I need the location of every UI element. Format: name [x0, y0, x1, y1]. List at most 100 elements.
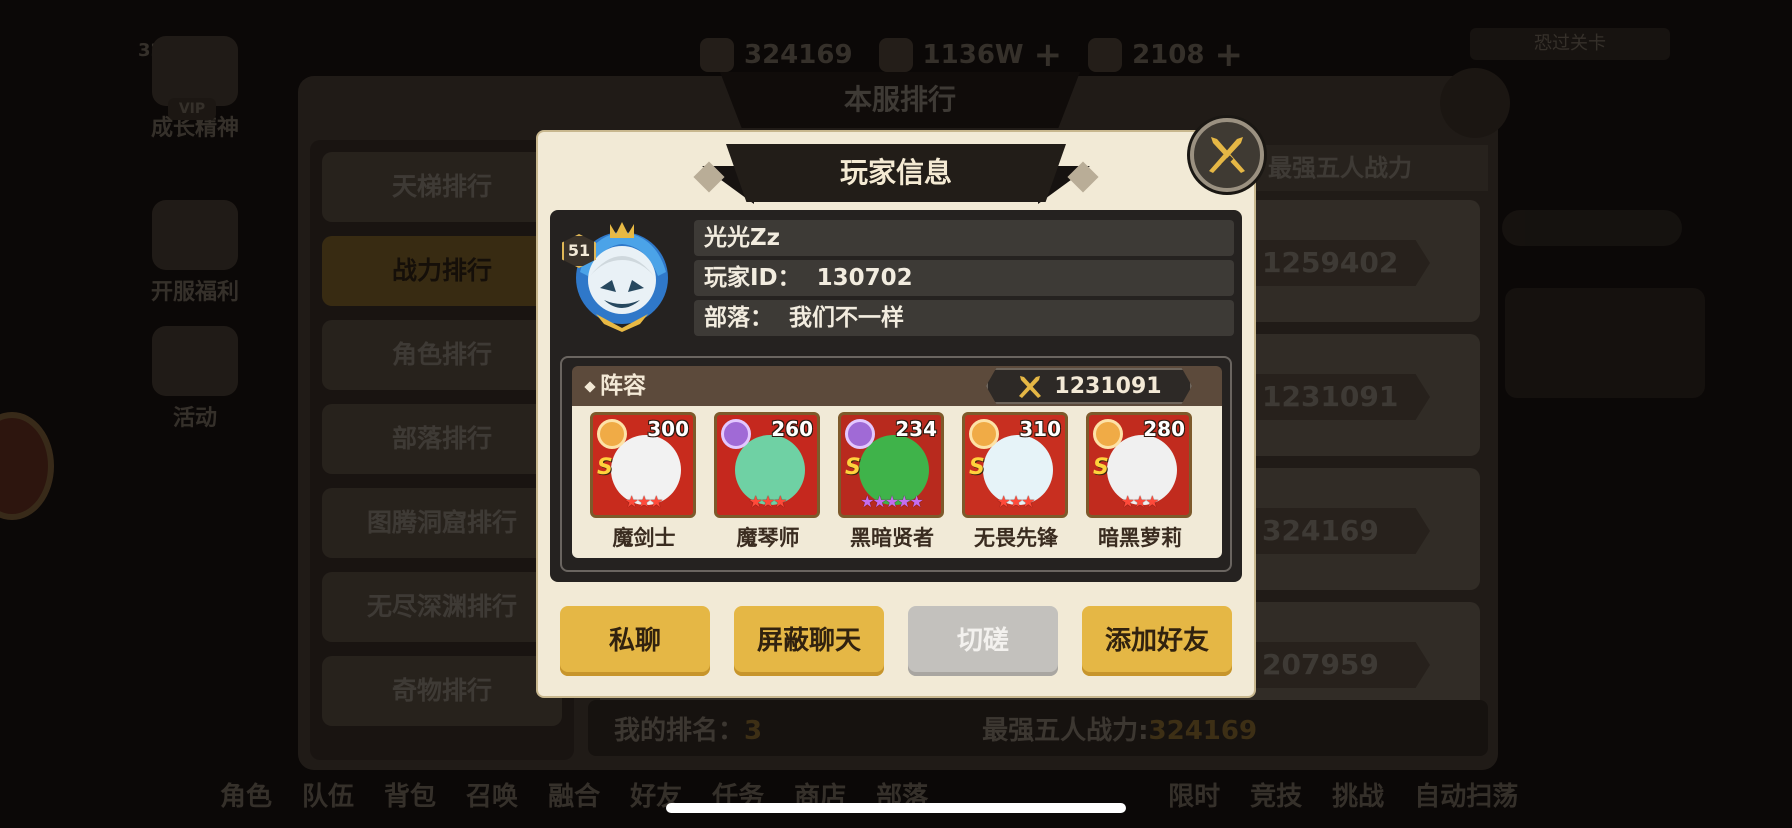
nav-challenge[interactable]: 挑战: [1332, 776, 1384, 816]
gift-icon: [152, 200, 238, 270]
hero-portrait: 234 S ★★★★★: [838, 412, 944, 518]
tab-artifact[interactable]: 奇物排行: [322, 656, 562, 726]
spar-button[interactable]: 切磋: [908, 606, 1058, 676]
bg-icon-growth[interactable]: 成长精神: [145, 36, 245, 142]
bg-icon-welfare[interactable]: 开服福利: [145, 200, 245, 306]
lineup-title: 阵容: [584, 366, 646, 406]
moon-element-icon: [845, 419, 875, 449]
hero-level: 260: [771, 417, 813, 441]
nav-auto-sweep[interactable]: 自动扫荡: [1414, 776, 1518, 816]
rank-value: 1231091: [1250, 374, 1430, 420]
tab-abyss[interactable]: 无尽深渊排行: [322, 572, 562, 642]
stone-icon: [1088, 38, 1123, 72]
add-coin-icon[interactable]: +: [1034, 35, 1063, 75]
lineup-power: 1231091: [986, 368, 1192, 404]
ranking-close-button[interactable]: [1440, 68, 1510, 138]
modal-title-ribbon: 玩家信息: [693, 144, 1099, 204]
hero-grade: S: [597, 455, 613, 480]
ranking-header: 最强五人战力: [1248, 145, 1488, 191]
hero-stars: ★★★★★: [860, 492, 924, 511]
sun-element-icon: [597, 419, 627, 449]
growth-icon: [152, 36, 238, 106]
crossed-swords-icon: [1019, 376, 1042, 398]
hero-level: 310: [1019, 417, 1061, 441]
hero-level: 300: [647, 417, 689, 441]
private-chat-button[interactable]: 私聊: [560, 606, 710, 676]
hero-portrait: 300 S ★★★: [590, 412, 696, 518]
player-id-label: 玩家ID：: [704, 265, 801, 291]
nav-bag[interactable]: 背包: [384, 776, 436, 816]
avatar-image: [576, 222, 668, 332]
player-name: 光光Zz: [694, 220, 1234, 256]
hero-stars: ★★★: [624, 492, 663, 511]
my-power-label: 最强五人战力:: [982, 715, 1149, 746]
resource-coin: 1136W +: [878, 35, 1063, 75]
hero-name: 暗黑萝莉: [1098, 526, 1182, 550]
hero-grade: S: [1093, 455, 1109, 480]
close-button[interactable]: [1190, 118, 1264, 192]
hero-name: 黑暗贤者: [850, 526, 934, 550]
hero-slot-4[interactable]: 310 S ★★★ 无畏先锋: [962, 412, 1070, 552]
player-tribe-label: 部落：: [704, 305, 773, 331]
nav-role[interactable]: 角色: [220, 776, 272, 816]
my-rank-bar: 我的排名：3 最强五人战力:324169: [588, 700, 1488, 756]
hero-level: 280: [1143, 417, 1185, 441]
rank-value: 324169: [1250, 508, 1430, 554]
crossed-swords-close-icon: [1209, 137, 1245, 173]
hero-grade: S: [969, 455, 985, 480]
lineup-power-value: 1231091: [1054, 373, 1162, 399]
nav-fusion[interactable]: 融合: [548, 776, 600, 816]
sun-element-icon: [1093, 419, 1123, 449]
hero-name: 魔琴师: [736, 526, 800, 550]
rank-value: 207959: [1250, 642, 1430, 688]
add-stone-icon[interactable]: +: [1214, 35, 1243, 75]
player-id-value: 130702: [816, 265, 913, 291]
block-chat-button[interactable]: 屏蔽聊天: [734, 606, 884, 676]
tab-power[interactable]: 战力排行: [322, 236, 562, 306]
coin-icon: [878, 38, 913, 72]
hero-list: 300 S ★★★ 魔剑士 260 ★★★ 魔琴师 234 S ★★★★★ 黑暗…: [572, 406, 1222, 558]
player-info-modal: 玩家信息 51 光光Zz 玩家ID： 130702 部落： 我们不一样 阵容 1…: [538, 118, 1264, 696]
hero-name: 无畏先锋: [974, 526, 1058, 550]
avatar[interactable]: 51: [560, 216, 678, 334]
hero-name: 魔剑士: [612, 526, 676, 550]
player-id-row: 玩家ID： 130702: [694, 260, 1234, 296]
player-tribe-row: 部落： 我们不一样: [694, 300, 1234, 336]
add-friend-button[interactable]: 添加好友: [1082, 606, 1232, 676]
hero-grade: S: [845, 455, 861, 480]
resource-stone-value: 2108: [1132, 40, 1205, 70]
tab-ladder[interactable]: 天梯排行: [322, 152, 562, 222]
resource-cloth-value: 324169: [744, 40, 853, 70]
hero-slot-3[interactable]: 234 S ★★★★★ 黑暗贤者: [838, 412, 946, 552]
nav-arena[interactable]: 竞技: [1250, 776, 1302, 816]
nav-team[interactable]: 队伍: [302, 776, 354, 816]
my-power-value: 324169: [1148, 715, 1258, 746]
home-indicator[interactable]: [666, 803, 1126, 813]
fire-event-button[interactable]: [0, 412, 54, 520]
hero-slot-5[interactable]: 280 S ★★★ 暗黑萝莉: [1086, 412, 1194, 552]
player-name-text: 光光Zz: [704, 225, 781, 251]
vip-badge: VIP: [168, 98, 216, 120]
my-power: 最强五人战力:324169: [982, 710, 1257, 747]
my-rank: 我的排名：3: [614, 710, 762, 747]
tab-totem[interactable]: 图腾洞窟排行: [322, 488, 562, 558]
bg-icon-activity[interactable]: 活动: [145, 326, 245, 432]
bg-icon-welfare-label: 开服福利: [150, 280, 239, 305]
bg-guard-panel[interactable]: [1505, 288, 1705, 398]
hero-slot-1[interactable]: 300 S ★★★ 魔剑士: [590, 412, 698, 552]
bg-search-input[interactable]: [1502, 210, 1682, 246]
moon-element-icon: [721, 419, 751, 449]
my-rank-value: 3: [744, 715, 763, 746]
ranking-title: 本服排行: [720, 72, 1080, 128]
tab-role[interactable]: 角色排行: [322, 320, 562, 390]
tab-tribe[interactable]: 部落排行: [322, 404, 562, 474]
nav-summon[interactable]: 召唤: [466, 776, 518, 816]
hero-slot-2[interactable]: 260 ★★★ 魔琴师: [714, 412, 822, 552]
lineup-title-text: 阵容: [600, 373, 646, 399]
hero-stars: ★★★: [1120, 492, 1159, 511]
nav-limited[interactable]: 限时: [1168, 776, 1220, 816]
hero-portrait: 310 S ★★★: [962, 412, 1068, 518]
bg-top-right-button[interactable]: 恐过关卡: [1470, 28, 1670, 60]
hero-portrait: 280 S ★★★: [1086, 412, 1192, 518]
my-rank-label: 我的排名：: [614, 715, 745, 746]
